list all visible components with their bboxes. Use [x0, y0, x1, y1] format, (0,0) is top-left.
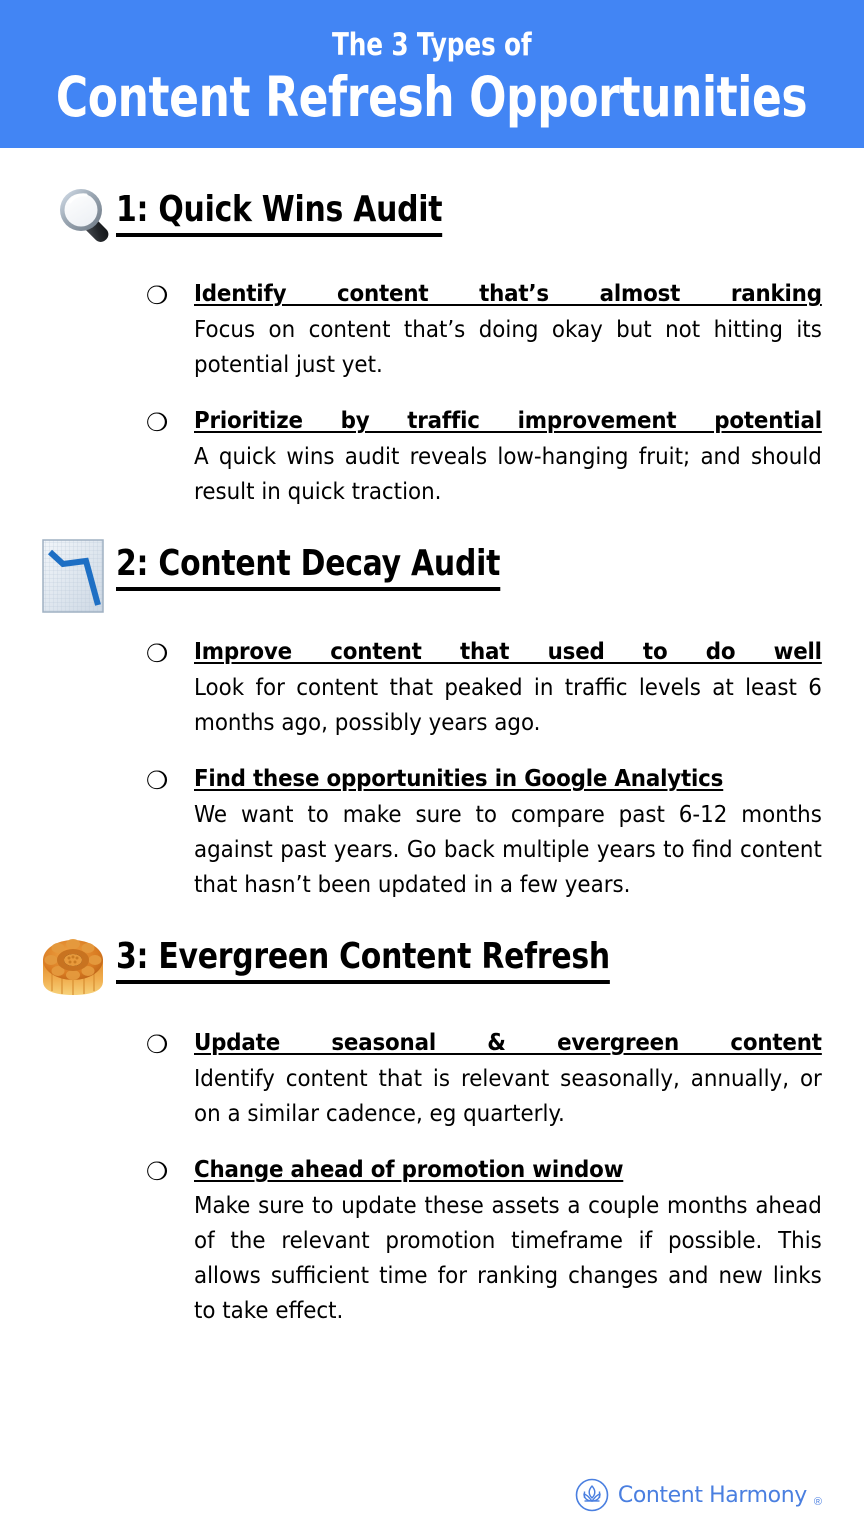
- ballot-box-icon: ❍: [146, 766, 169, 795]
- section-header: 1: Quick Wins Audit: [30, 182, 820, 256]
- ballot-box-icon: ❍: [146, 281, 169, 310]
- bullet-body: Look for content that peaked in traffic …: [194, 675, 822, 736]
- bullet-body: A quick wins audit reveals low-hanging f…: [194, 444, 822, 505]
- header-banner: The 3 Types of Content Refresh Opportuni…: [0, 0, 864, 148]
- magnifying-glass-icon: [30, 182, 116, 256]
- list-item: ❍ Update seasonal & evergreen content Id…: [146, 1027, 822, 1132]
- page-title: Content Refresh Opportunities: [56, 65, 808, 129]
- brand-footer: Content Harmony ®: [575, 1478, 822, 1512]
- ballot-box-icon: ❍: [146, 1157, 169, 1186]
- bullet-body: We want to make sure to compare past 6-1…: [194, 802, 822, 898]
- section-header: 3: Evergreen Content Refresh: [30, 929, 820, 1005]
- bullet-title: Identify content that’s almost ranking: [194, 281, 822, 307]
- brand-name: Content Harmony: [617, 1482, 807, 1508]
- ballot-box-icon: ❍: [146, 408, 169, 437]
- lotus-circle-icon: [575, 1478, 609, 1512]
- section-quick-wins-audit: 1: Quick Wins Audit ❍ Identify content t…: [30, 182, 822, 510]
- ballot-box-icon: ❍: [146, 1030, 169, 1059]
- moon-cake-icon: [30, 929, 116, 1005]
- list-item: ❍ Improve content that used to do well L…: [146, 636, 822, 741]
- list-item: ❍ Identify content that’s almost ranking…: [146, 278, 822, 383]
- bullet-title: Update seasonal & evergreen content: [194, 1030, 822, 1056]
- section-header: 2: Content Decay Audit: [30, 536, 820, 614]
- chart-decreasing-icon: [30, 536, 116, 614]
- list-item: ❍ Change ahead of promotion window Make …: [146, 1154, 822, 1329]
- section-evergreen-content-refresh: 3: Evergreen Content Refresh ❍ Update se…: [30, 929, 822, 1329]
- header-eyebrow: The 3 Types of: [332, 27, 532, 63]
- bullet-title: Improve content that used to do well: [194, 639, 822, 665]
- bullet-body: Make sure to update these assets a coupl…: [194, 1193, 822, 1324]
- list-item: ❍ Find these opportunities in Google Ana…: [146, 763, 822, 903]
- bullet-list: ❍ Improve content that used to do well L…: [146, 636, 822, 903]
- section-title-wrap: 1: Quick Wins Audit: [116, 182, 820, 237]
- section-content-decay-audit: 2: Content Decay Audit ❍ Improve content…: [30, 536, 822, 903]
- section-title: 1: Quick Wins Audit: [116, 188, 443, 237]
- section-title: 3: Evergreen Content Refresh: [116, 935, 610, 984]
- bullet-list: ❍ Identify content that’s almost ranking…: [146, 278, 822, 510]
- section-title: 2: Content Decay Audit: [116, 542, 500, 591]
- bullet-title: Find these opportunities in Google Analy…: [194, 766, 724, 792]
- bullet-title: Change ahead of promotion window: [194, 1157, 624, 1183]
- section-title-wrap: 2: Content Decay Audit: [116, 536, 820, 591]
- content-area: 1: Quick Wins Audit ❍ Identify content t…: [0, 148, 864, 1329]
- bullet-body: Focus on content that’s doing okay but n…: [194, 317, 822, 378]
- ballot-box-icon: ❍: [146, 639, 169, 668]
- list-item: ❍ Prioritize by traffic improvement pote…: [146, 405, 822, 510]
- section-title-wrap: 3: Evergreen Content Refresh: [116, 929, 820, 984]
- bullet-list: ❍ Update seasonal & evergreen content Id…: [146, 1027, 822, 1329]
- bullet-title: Prioritize by traffic improvement potent…: [194, 408, 822, 434]
- bullet-body: Identify content that is relevant season…: [194, 1066, 822, 1127]
- trademark-symbol: ®: [813, 1496, 822, 1508]
